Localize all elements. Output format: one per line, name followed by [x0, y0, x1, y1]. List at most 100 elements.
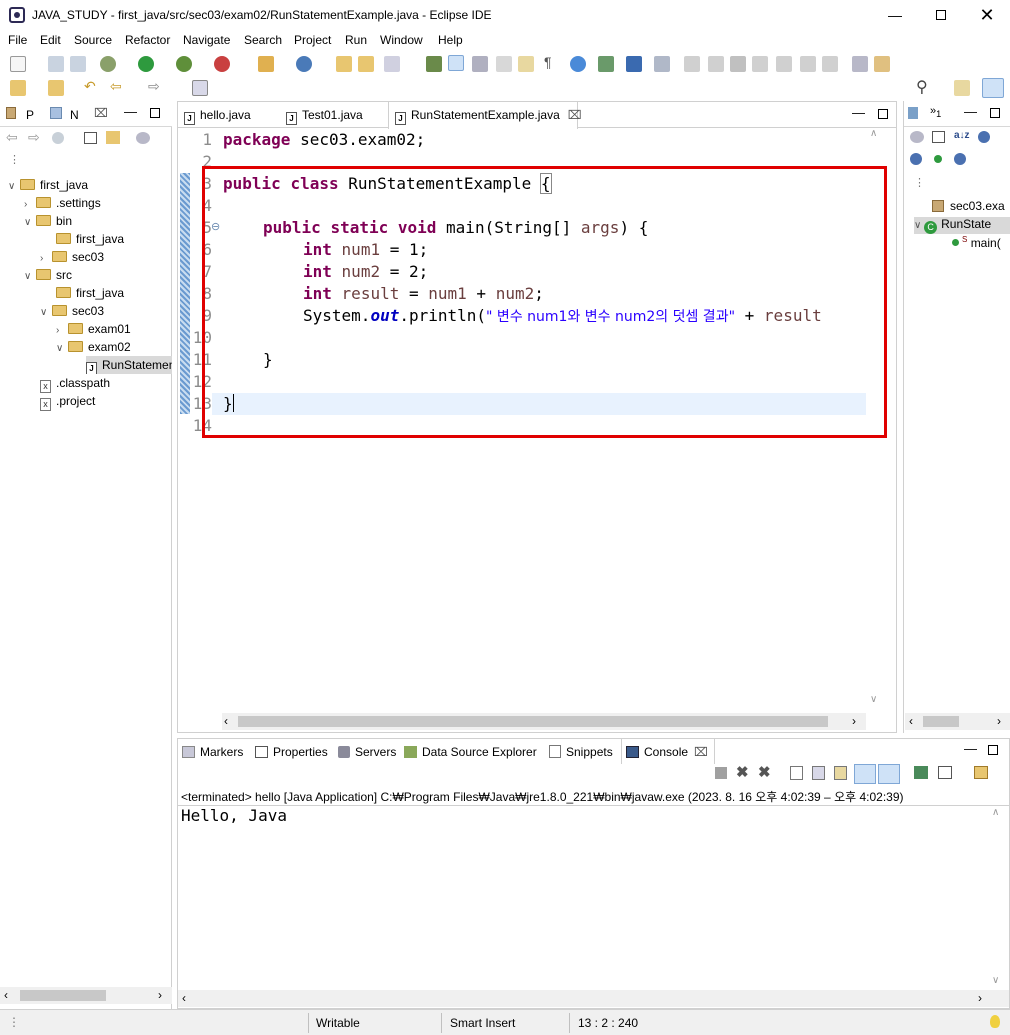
- editor-vertical-scrollbar[interactable]: ∧ ∨: [868, 128, 882, 710]
- remove-all-terminated-icon[interactable]: ✖: [758, 763, 771, 781]
- last-edit-location-icon[interactable]: ↶: [84, 78, 96, 95]
- toggle-ant-icon[interactable]: [426, 56, 442, 72]
- java-perspective-icon[interactable]: [982, 78, 1004, 98]
- tab-package-explorer[interactable]: P: [26, 108, 34, 122]
- block-select-icon[interactable]: [472, 56, 488, 72]
- minimize-editor-icon[interactable]: —: [852, 105, 865, 120]
- minimize-view-icon[interactable]: —: [124, 104, 137, 119]
- show-stderr-icon[interactable]: [878, 764, 900, 784]
- tab-snippets[interactable]: Snippets: [549, 745, 613, 759]
- tree-item-src-sec03[interactable]: ∨ sec03: [40, 302, 104, 320]
- menu-file[interactable]: File: [8, 33, 27, 47]
- outline-class[interactable]: ∨ C RunState: [914, 217, 1010, 234]
- tab-hello-java[interactable]: Jhello.java: [178, 102, 278, 128]
- tab-markers[interactable]: Markers: [182, 745, 243, 759]
- use-step-filters-icon[interactable]: [874, 56, 890, 72]
- open-console-icon[interactable]: [974, 766, 988, 779]
- scroll-down-icon[interactable]: ∨: [870, 694, 877, 705]
- scroll-thumb[interactable]: [238, 716, 828, 727]
- new-icon[interactable]: [10, 56, 26, 72]
- mark-occurrences-icon[interactable]: [448, 55, 464, 71]
- tree-item-settings[interactable]: › .settings: [24, 194, 101, 212]
- view-menu-icon[interactable]: [136, 132, 150, 144]
- show-whitespace-icon[interactable]: [518, 56, 534, 72]
- scroll-left-icon[interactable]: ‹: [4, 988, 8, 1002]
- close-button[interactable]: ✕: [964, 0, 1010, 30]
- save-icon[interactable]: [48, 56, 64, 72]
- forward-nav-icon[interactable]: ⇨: [28, 129, 40, 146]
- resume-icon[interactable]: [684, 56, 700, 72]
- focus-task-icon[interactable]: [910, 131, 924, 143]
- previous-annotation-icon[interactable]: [48, 80, 64, 96]
- external-tools-icon[interactable]: [214, 56, 230, 72]
- editor-horizontal-scrollbar[interactable]: ‹ ›: [222, 713, 866, 730]
- scroll-right-icon[interactable]: ›: [997, 714, 1001, 728]
- minimize-view-icon[interactable]: —: [964, 104, 977, 119]
- console-horizontal-scrollbar[interactable]: ‹ ›: [178, 990, 1009, 1007]
- back-nav-icon[interactable]: ⇦: [6, 129, 18, 146]
- clear-console-icon[interactable]: [790, 766, 803, 780]
- menu-search[interactable]: Search: [244, 33, 282, 47]
- tree-item-project-file[interactable]: x .project: [40, 392, 95, 411]
- menu-source[interactable]: Source: [74, 33, 112, 47]
- tab-navigator[interactable]: N: [70, 108, 79, 122]
- next-annotation-icon[interactable]: [10, 80, 26, 96]
- scroll-lock-icon[interactable]: [812, 766, 825, 780]
- outline-method[interactable]: S main(: [952, 235, 1010, 250]
- menu-edit[interactable]: Edit: [40, 33, 61, 47]
- display-console-icon[interactable]: [938, 766, 952, 779]
- collapse-all-icon[interactable]: [932, 131, 945, 143]
- menu-window[interactable]: Window: [380, 33, 423, 47]
- search-icon[interactable]: ⚲: [916, 77, 928, 97]
- outline-horizontal-scrollbar[interactable]: ‹ ›: [905, 713, 1010, 730]
- tree-item-src[interactable]: ∨ src: [24, 266, 72, 284]
- menu-help[interactable]: Help: [438, 33, 463, 47]
- step-into-icon[interactable]: [776, 56, 792, 72]
- tree-item-run-statement[interactable]: J RunStatemen: [86, 356, 172, 374]
- new-class-icon[interactable]: [296, 56, 312, 72]
- disconnect-icon[interactable]: [752, 56, 768, 72]
- word-wrap-console-icon[interactable]: [834, 766, 847, 780]
- tree-item-exam01[interactable]: › exam01: [56, 320, 131, 338]
- debug-icon[interactable]: [100, 56, 116, 72]
- outline-package[interactable]: sec03.exa: [932, 199, 1010, 213]
- forward-icon[interactable]: ⇨: [148, 78, 160, 95]
- tab-test01-java[interactable]: J Test01.java: [280, 102, 388, 128]
- scroll-thumb[interactable]: [923, 716, 959, 727]
- back-icon[interactable]: ⇦: [110, 78, 122, 95]
- lightbulb-icon[interactable]: [990, 1015, 1000, 1028]
- scroll-up-icon[interactable]: ∧: [992, 807, 999, 818]
- show-stdout-icon[interactable]: [854, 764, 876, 784]
- outline-icon[interactable]: [908, 107, 918, 119]
- status-insert-mode[interactable]: Smart Insert: [450, 1016, 515, 1030]
- scroll-up-icon[interactable]: ∧: [870, 128, 877, 139]
- servers-toolbar-icon[interactable]: [598, 56, 614, 72]
- scroll-left-icon[interactable]: ‹: [182, 991, 186, 1005]
- scroll-left-icon[interactable]: ‹: [224, 714, 228, 728]
- pin-editor-icon[interactable]: [192, 80, 208, 96]
- step-return-icon[interactable]: [822, 56, 838, 72]
- pilcrow-icon[interactable]: ¶: [544, 54, 552, 70]
- drop-to-frame-icon[interactable]: [852, 56, 868, 72]
- tab-run-statement-example[interactable]: J RunStatementExample.java ⌧: [388, 102, 582, 129]
- minimize-button[interactable]: —: [872, 0, 918, 30]
- status-cursor-position[interactable]: 13 : 2 : 240: [578, 1016, 638, 1030]
- terminate-icon[interactable]: [730, 56, 746, 72]
- menu-run[interactable]: Run: [345, 33, 367, 47]
- save-all-icon[interactable]: [70, 56, 86, 72]
- open-type-icon[interactable]: [336, 56, 352, 72]
- up-icon[interactable]: [52, 132, 64, 144]
- new-java-project-icon[interactable]: [258, 56, 274, 72]
- view-menu-dots-icon[interactable]: ⋮: [914, 176, 925, 189]
- tree-item-bin-first-java[interactable]: first_java: [56, 230, 124, 248]
- remove-launch-icon[interactable]: ✖: [736, 763, 749, 781]
- status-menu-dots-icon[interactable]: ⋮: [8, 1015, 20, 1029]
- code-line-1[interactable]: package sec03.exam02;: [223, 130, 425, 149]
- scroll-right-icon[interactable]: ›: [158, 988, 162, 1002]
- coverage-icon[interactable]: [176, 56, 192, 72]
- close-tab-icon[interactable]: ⌧: [694, 745, 708, 759]
- tree-item-bin-sec03[interactable]: › sec03: [40, 248, 104, 266]
- search-toolbar-icon[interactable]: [384, 56, 400, 72]
- open-task-icon[interactable]: [358, 56, 374, 72]
- run-icon[interactable]: [138, 56, 154, 72]
